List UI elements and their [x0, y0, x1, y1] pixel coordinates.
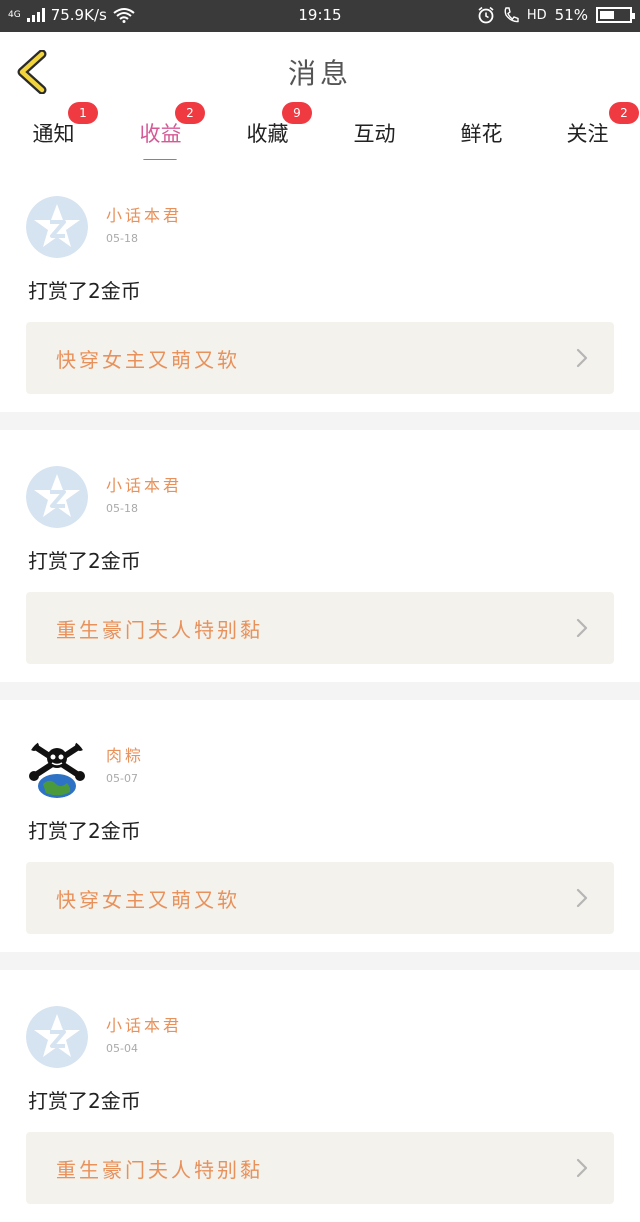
message-date: 05-07	[106, 772, 138, 785]
message-text: 打赏了2金币	[28, 279, 141, 303]
chevron-right-icon	[576, 888, 588, 908]
page-title: 消息	[287, 57, 352, 90]
tab-flowers[interactable]: 鲜花	[428, 118, 535, 148]
message-date: 05-18	[106, 502, 138, 515]
message-text: 打赏了2金币	[28, 549, 141, 573]
tab-badge: 9	[282, 102, 312, 124]
tab-label: 互动	[353, 122, 396, 146]
book-link[interactable]: 快穿女主又萌又软	[26, 862, 614, 934]
qq-avatar-icon	[26, 466, 88, 528]
battery-percent: 51%	[554, 6, 588, 24]
battery-icon	[596, 7, 635, 23]
tab-label: 关注	[566, 122, 609, 146]
message-card: 小话本君 05-18 打赏了2金币快穿女主又萌又软	[0, 160, 640, 412]
alarm-icon	[478, 6, 494, 24]
username[interactable]: 小话本君	[106, 472, 182, 496]
book-title: 快穿女主又萌又软	[56, 888, 240, 912]
book-title: 重生豪门夫人特别黏	[56, 1158, 263, 1182]
tab-bar: 通知 1 收益 2 收藏 9 互动 鲜花 关注 2	[0, 102, 640, 162]
book-link[interactable]: 快穿女主又萌又软	[26, 322, 614, 394]
status-bar: 4G 75.9K/s 19:15 HD 51%	[0, 0, 640, 32]
chevron-right-icon	[576, 1158, 588, 1178]
status-right: HD 51%	[477, 6, 635, 24]
phone-icon	[504, 7, 519, 23]
hd-indicator: HD	[526, 7, 547, 23]
message-card: 肉粽 05-07 打赏了2金币快穿女主又萌又软	[0, 700, 640, 952]
book-title: 快穿女主又萌又软	[56, 348, 240, 372]
chevron-right-icon	[576, 348, 588, 368]
chevron-right-icon	[576, 618, 588, 638]
message-date: 05-04	[106, 1042, 138, 1055]
avatar[interactable]	[26, 466, 88, 528]
username[interactable]: 小话本君	[106, 1012, 182, 1036]
username[interactable]: 肉粽	[106, 742, 144, 766]
tab-label: 通知	[32, 122, 75, 146]
qq-avatar-icon	[26, 1006, 88, 1068]
tab-interaction[interactable]: 互动	[321, 118, 428, 148]
tab-badge: 2	[175, 102, 205, 124]
tab-badge: 1	[68, 102, 98, 124]
message-card: 小话本君 05-18 打赏了2金币重生豪门夫人特别黏	[0, 430, 640, 682]
tab-badge: 2	[609, 102, 639, 124]
message-text: 打赏了2金币	[28, 819, 141, 843]
book-title: 重生豪门夫人特别黏	[56, 618, 263, 642]
book-link[interactable]: 重生豪门夫人特别黏	[26, 1132, 614, 1204]
card-separator	[0, 412, 640, 430]
nav-bar: 消息	[0, 32, 640, 109]
qq-avatar-icon	[26, 196, 88, 258]
avatar[interactable]	[26, 1006, 88, 1068]
avatar[interactable]	[26, 196, 88, 258]
message-list: 小话本君 05-18 打赏了2金币 快穿女主又萌又软 小话本君 05-18 打赏了2金币 重生…	[0, 160, 640, 1222]
card-separator	[0, 952, 640, 970]
avatar[interactable]	[26, 736, 88, 798]
message-date: 05-18	[106, 232, 138, 245]
pirate-globe-icon	[26, 736, 88, 798]
tab-label: 收益	[139, 122, 182, 146]
battery-fill	[600, 11, 615, 19]
username[interactable]: 小话本君	[106, 202, 182, 226]
message-text: 打赏了2金币	[28, 1089, 141, 1113]
book-link[interactable]: 重生豪门夫人特别黏	[26, 592, 614, 664]
card-separator	[0, 682, 640, 700]
tab-label: 鲜花	[460, 122, 503, 146]
message-card: 小话本君 05-04 打赏了2金币重生豪门夫人特别黏	[0, 970, 640, 1222]
tab-label: 收藏	[246, 122, 289, 146]
